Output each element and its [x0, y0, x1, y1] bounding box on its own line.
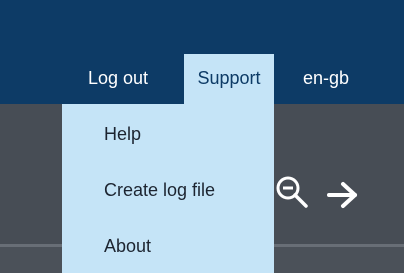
top-bar: Log out Support en-gb: [0, 0, 404, 104]
support-menu-button[interactable]: Support: [184, 54, 274, 104]
arrow-right-icon[interactable]: [326, 180, 360, 210]
menu-item-about[interactable]: About: [104, 236, 151, 257]
logout-link[interactable]: Log out: [88, 54, 148, 104]
menu-item-create-log-file[interactable]: Create log file: [104, 180, 215, 201]
language-selector[interactable]: en-gb: [303, 54, 349, 104]
menu-item-help[interactable]: Help: [104, 124, 141, 145]
zoom-out-icon[interactable]: [275, 175, 309, 209]
support-dropdown-menu: Help Create log file About: [62, 104, 274, 273]
